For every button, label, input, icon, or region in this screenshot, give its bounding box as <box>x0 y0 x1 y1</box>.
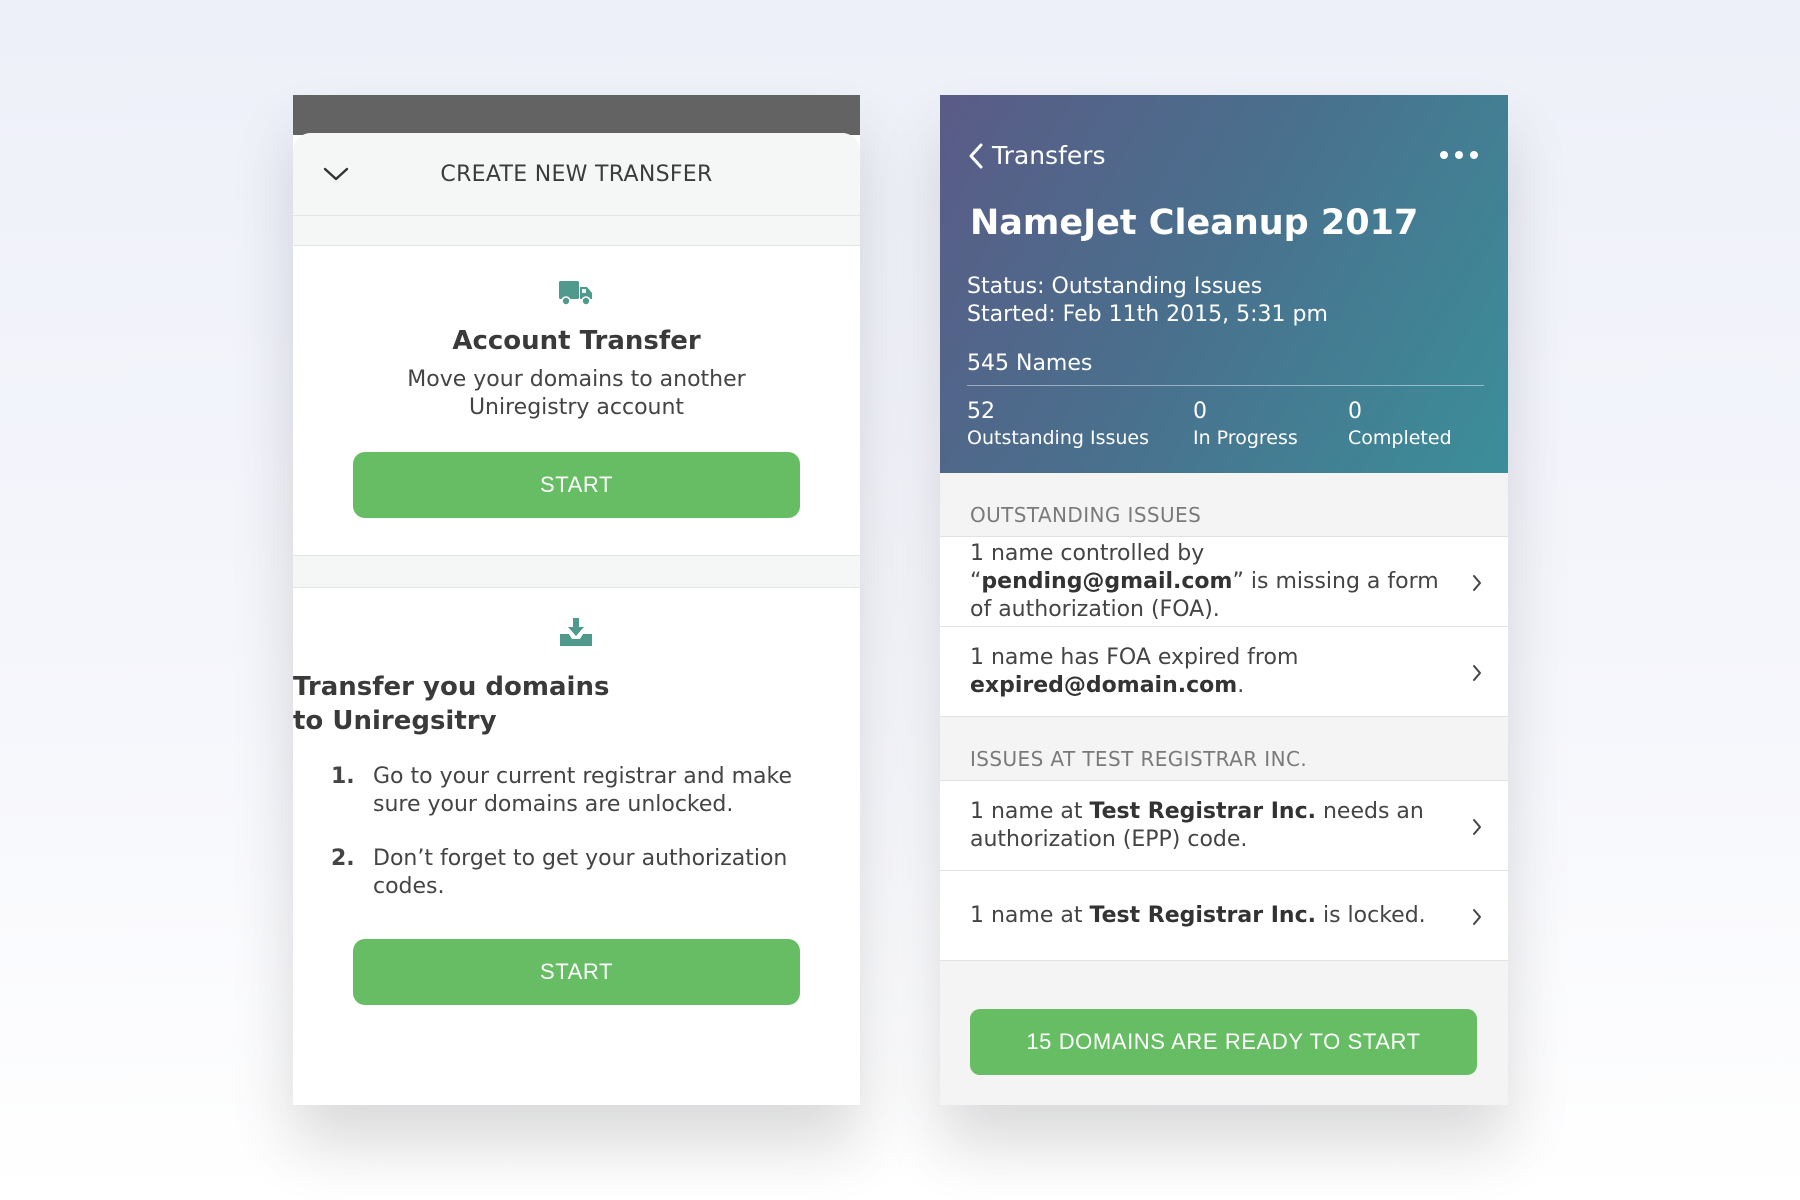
transfer-status: Status: Outstanding Issues Started: Feb … <box>967 274 1328 327</box>
step-item: 2. Don’t forget to get your authorizatio… <box>331 846 788 899</box>
create-transfer-screen: CREATE NEW TRANSFER Account Transfer Mov… <box>293 95 860 1105</box>
issue-row[interactable]: 1 name controlled by “pending@gmail.com”… <box>940 537 1508 627</box>
chevron-down-icon[interactable] <box>323 166 349 182</box>
issue-text: 1 name at Test Registrar Inc. is locked. <box>970 902 1426 928</box>
issue-text: 1 name at Test Registrar Inc. needs an a… <box>970 798 1424 852</box>
transfer-in-card: Transfer you domains to Uniregsitry 1. G… <box>293 588 860 1105</box>
chevron-right-icon <box>1473 819 1481 835</box>
back-button[interactable]: Transfers <box>968 141 1106 170</box>
section-gap <box>293 216 860 246</box>
issue-row[interactable]: 1 name at Test Registrar Inc. is locked. <box>940 871 1508 961</box>
issue-row[interactable]: 1 name has FOA expired from expired@doma… <box>940 627 1508 717</box>
download-tray-icon <box>560 618 592 646</box>
steps-list: 1. Go to your current registrar and make… <box>331 763 824 927</box>
stat-completed: 0 Completed <box>1348 399 1452 449</box>
account-transfer-title: Account Transfer <box>452 326 701 356</box>
back-label: Transfers <box>992 141 1106 170</box>
more-options-icon[interactable] <box>1440 151 1478 159</box>
chevron-left-icon <box>969 143 983 168</box>
divider <box>967 385 1484 386</box>
account-transfer-start-button[interactable]: START <box>353 452 800 518</box>
truck-icon <box>559 281 592 306</box>
sheet-title: CREATE NEW TRANSFER <box>440 161 713 187</box>
transfer-title: NameJet Cleanup 2017 <box>970 203 1419 243</box>
section-gap <box>293 556 860 588</box>
names-count: 545 Names <box>967 351 1093 376</box>
section-header: OUTSTANDING ISSUES <box>940 473 1508 537</box>
stat-outstanding: 52 Outstanding Issues <box>967 399 1149 449</box>
section-header: ISSUES AT TEST REGISTRAR INC. <box>940 717 1508 781</box>
transfer-detail-screen: Transfers NameJet Cleanup 2017 Status: O… <box>940 95 1508 1105</box>
chevron-right-icon <box>1473 575 1481 591</box>
chevron-right-icon <box>1473 665 1481 681</box>
dimmed-background <box>293 95 860 135</box>
transfer-in-start-button[interactable]: START <box>353 939 800 1005</box>
issue-text: 1 name has FOA expired from expired@doma… <box>970 644 1299 698</box>
account-transfer-subtitle: Move your domains to another Uniregistry… <box>407 367 746 420</box>
stat-in-progress: 0 In Progress <box>1193 399 1298 449</box>
issue-text: 1 name controlled by “pending@gmail.com”… <box>970 540 1439 622</box>
sheet-header: CREATE NEW TRANSFER <box>293 133 860 216</box>
issue-row[interactable]: 1 name at Test Registrar Inc. needs an a… <box>940 781 1508 871</box>
step-item: 1. Go to your current registrar and make… <box>331 764 793 817</box>
transfer-header: Transfers NameJet Cleanup 2017 Status: O… <box>940 95 1508 473</box>
ready-to-start-button[interactable]: 15 DOMAINS ARE READY TO START <box>970 1009 1477 1075</box>
account-transfer-card: Account Transfer Move your domains to an… <box>293 246 860 556</box>
transfer-in-title: Transfer you domains to Uniregsitry <box>293 672 610 736</box>
chevron-right-icon <box>1473 909 1481 925</box>
bottom-sheet: CREATE NEW TRANSFER Account Transfer Mov… <box>293 133 860 1105</box>
